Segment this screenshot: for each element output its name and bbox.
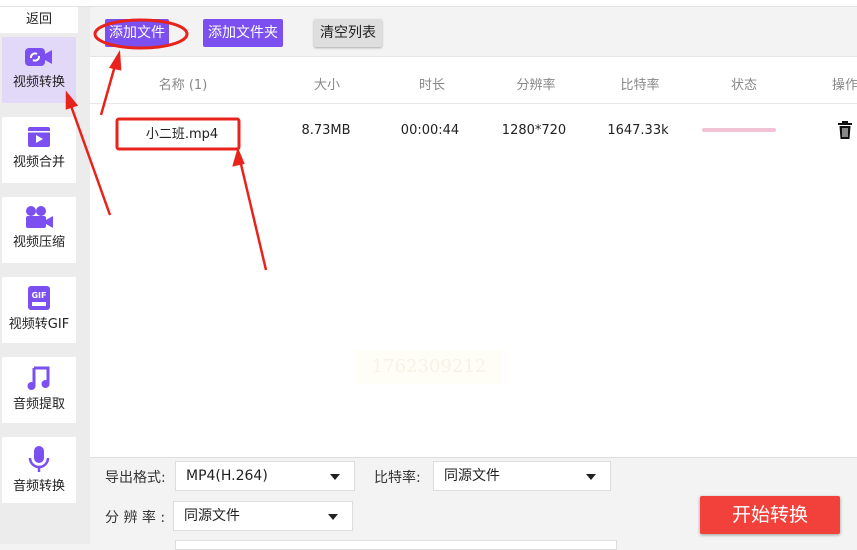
resolution-value: 同源文件 bbox=[184, 508, 240, 524]
back-button[interactable]: 返回 bbox=[0, 7, 78, 33]
column-bitrate: 比特率 bbox=[620, 78, 660, 93]
format-select[interactable]: MP4(H.264) bbox=[175, 461, 355, 491]
sidebar-item-label: 视频转换 bbox=[12, 75, 65, 90]
column-status: 状态 bbox=[730, 78, 757, 93]
svg-text:GIF: GIF bbox=[31, 291, 46, 300]
trash-icon[interactable] bbox=[837, 121, 853, 139]
watermark: 1762309212 bbox=[356, 350, 502, 384]
column-resolution: 分辨率 bbox=[516, 78, 556, 93]
gif-icon: GIF bbox=[28, 286, 50, 310]
sidebar-item-label: 音频转换 bbox=[12, 479, 65, 494]
bitrate-value: 同源文件 bbox=[444, 468, 500, 484]
file-duration: 00:00:44 bbox=[400, 123, 460, 138]
chevron-down-icon bbox=[330, 474, 340, 480]
sidebar-item-video-compress[interactable]: 视频压缩 bbox=[2, 197, 76, 263]
file-resolution: 1280*720 bbox=[501, 123, 567, 138]
bitrate-select[interactable]: 同源文件 bbox=[433, 461, 611, 491]
file-bitrate: 1647.33k bbox=[607, 123, 669, 138]
file-size: 8.73MB bbox=[301, 123, 351, 138]
clear-list-button[interactable]: 清空列表 bbox=[314, 19, 382, 47]
video-compress-icon bbox=[26, 206, 53, 228]
sidebar-item-audio-extract[interactable]: 音频提取 bbox=[2, 357, 76, 423]
sidebar-item-label: 视频压缩 bbox=[12, 235, 65, 250]
sidebar-item-label: 视频合并 bbox=[12, 155, 65, 170]
table-header: 名称 (1) 大小 时长 分辨率 比特率 状态 操作 bbox=[90, 58, 857, 104]
column-duration: 时长 bbox=[418, 78, 445, 93]
chevron-down-icon bbox=[586, 474, 596, 480]
add-file-button[interactable]: 添加文件 bbox=[105, 19, 169, 47]
sidebar-item-video-convert[interactable]: 视频转换 bbox=[2, 37, 76, 103]
sidebar-item-label: 视频转GIF bbox=[8, 317, 70, 332]
sidebar-item-label: 音频提取 bbox=[12, 397, 65, 412]
music-note-icon bbox=[27, 366, 50, 390]
microphone-icon bbox=[28, 446, 50, 472]
sidebar-item-audio-convert[interactable]: 音频转换 bbox=[2, 437, 76, 503]
column-action: 操作 bbox=[831, 78, 857, 93]
bitrate-label: 比特率: bbox=[374, 470, 421, 486]
chevron-down-icon bbox=[328, 514, 338, 520]
file-name: 小二班.mp4 bbox=[145, 127, 219, 142]
sidebar-item-video-to-gif[interactable]: GIF 视频转GIF bbox=[2, 277, 76, 343]
top-bar bbox=[0, 0, 857, 7]
status-progress-bar bbox=[702, 128, 776, 132]
column-name: 名称 (1) bbox=[158, 78, 208, 93]
sidebar-item-video-merge[interactable]: 视频合并 bbox=[2, 117, 76, 183]
format-label: 导出格式: bbox=[105, 470, 166, 486]
video-merge-icon bbox=[28, 127, 50, 147]
toolbar: 添加文件 添加文件夹 清空列表 bbox=[90, 7, 857, 57]
start-convert-button[interactable]: 开始转换 bbox=[700, 496, 840, 534]
output-path-field[interactable] bbox=[175, 540, 617, 550]
column-size: 大小 bbox=[313, 78, 340, 93]
resolution-select[interactable]: 同源文件 bbox=[173, 501, 353, 531]
resolution-label: 分 辨 率 : bbox=[105, 510, 166, 526]
add-folder-button[interactable]: 添加文件夹 bbox=[203, 19, 283, 47]
file-list-panel: 添加文件 添加文件夹 清空列表 名称 (1) 大小 时长 分辨率 比特率 状态 … bbox=[90, 7, 857, 457]
video-convert-icon bbox=[25, 48, 52, 66]
format-value: MP4(H.264) bbox=[186, 468, 268, 484]
